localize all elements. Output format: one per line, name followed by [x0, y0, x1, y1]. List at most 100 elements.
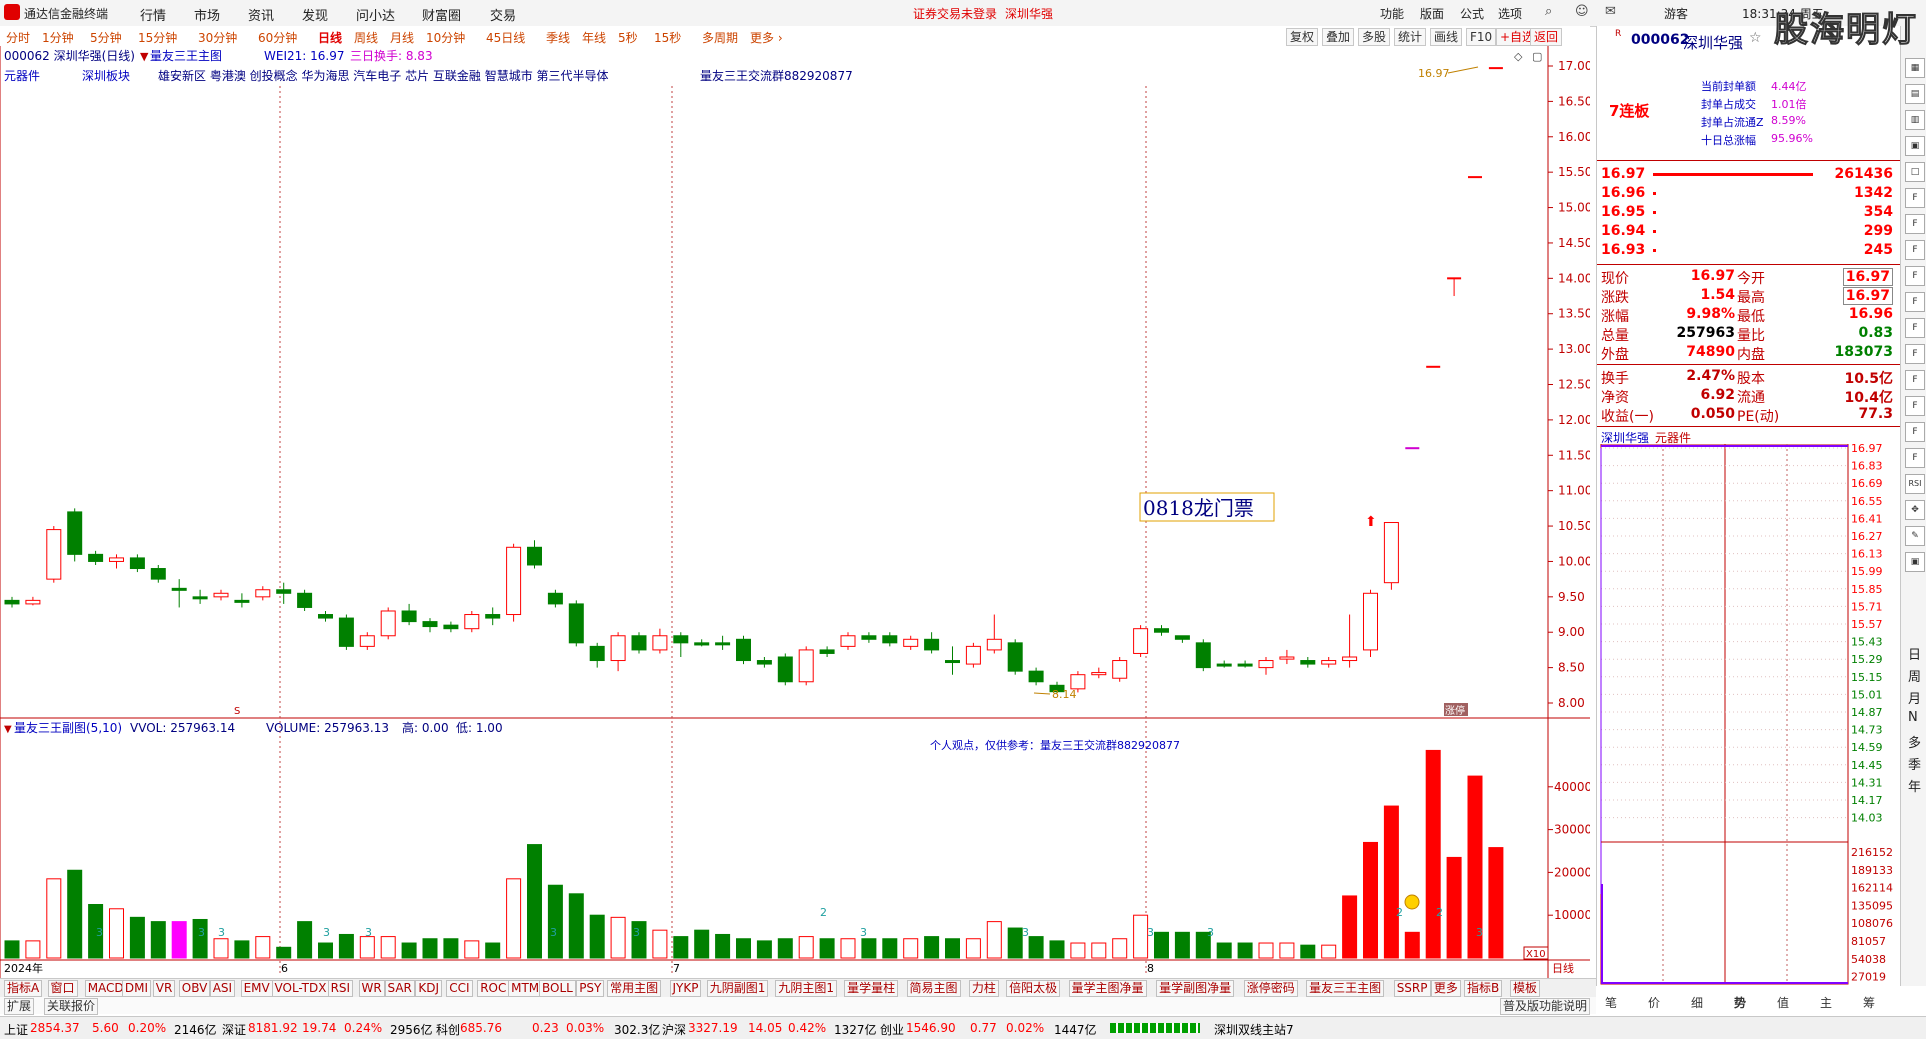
list-icon[interactable]: ▥	[1905, 110, 1925, 130]
indicator-tab-12[interactable]: KDJ	[415, 980, 443, 997]
chart-btn-5[interactable]: F10	[1466, 28, 1497, 46]
indicator-tab-24[interactable]: 力柱	[968, 980, 999, 997]
period-12[interactable]: 年线	[582, 29, 606, 46]
feature-note-tab[interactable]: 普及版功能说明	[1500, 998, 1591, 1015]
period-13[interactable]: 5秒	[618, 29, 638, 46]
shield-icon[interactable]: ▣	[1905, 552, 1925, 572]
doc-icon[interactable]: □	[1905, 162, 1925, 182]
indicator-tab-10[interactable]: WR	[358, 980, 385, 997]
indicator-tab-15[interactable]: MTM	[508, 980, 543, 997]
period-shortcut-6[interactable]: 年	[1908, 776, 1921, 795]
grid-icon[interactable]: ▤	[1905, 84, 1925, 104]
period-8[interactable]: 月线	[390, 29, 414, 46]
indicator-tab-29[interactable]: 量友三王主图	[1306, 980, 1385, 997]
indicator-tab-31[interactable]: 更多	[1430, 980, 1461, 997]
indicator-tab-1[interactable]: 窗口	[47, 980, 78, 997]
f14-icon[interactable]: F	[1905, 292, 1925, 312]
period-shortcut-2[interactable]: 月	[1908, 688, 1921, 707]
menu-banmian[interactable]: 版面	[1420, 5, 1444, 22]
period-shortcut-3[interactable]: N	[1908, 710, 1918, 725]
status-sz_label[interactable]: 深证	[222, 1021, 246, 1038]
message-icon[interactable]: ✉	[1605, 4, 1616, 19]
menu-caifuquan[interactable]: 财富圈	[422, 5, 461, 24]
period-shortcut-4[interactable]: 多	[1908, 732, 1921, 751]
period-2[interactable]: 5分钟	[90, 29, 122, 46]
indicator-tab-23[interactable]: 简易主图	[906, 980, 961, 997]
menu-wenxiaoda[interactable]: 问小达	[356, 5, 395, 24]
menu-hangqing[interactable]: 行情	[140, 5, 166, 24]
f17-icon[interactable]: F	[1905, 370, 1925, 390]
search-icon[interactable]: ⌕	[1545, 4, 1552, 19]
mini-tab-0[interactable]: 笔	[1605, 994, 1617, 1011]
chart-btn-3[interactable]: 统计	[1394, 28, 1427, 46]
period-shortcut-1[interactable]: 周	[1908, 666, 1921, 685]
indicator-tab-7[interactable]: EMV	[240, 980, 273, 997]
ext-tab-1[interactable]: 关联报价	[44, 998, 99, 1015]
period-3[interactable]: 15分钟	[138, 29, 177, 46]
menu-jiaoyi[interactable]: 交易	[490, 5, 516, 24]
period-14[interactable]: 15秒	[654, 29, 681, 46]
period-shortcut-5[interactable]: 季	[1908, 754, 1921, 773]
indicator-tab-9[interactable]: RSI	[327, 980, 354, 997]
indicator-tab-18[interactable]: 常用主图	[607, 980, 662, 997]
status-cy_label[interactable]: 创业	[880, 1021, 904, 1038]
period-6[interactable]: 日线	[318, 29, 342, 46]
indicator-tab-3[interactable]: DMI	[121, 980, 152, 997]
pencil-icon[interactable]: ✎	[1905, 526, 1925, 546]
chart-btn-4[interactable]: 画线	[1430, 28, 1463, 46]
ext-tab-0[interactable]: 扩展	[4, 998, 35, 1015]
period-1[interactable]: 1分钟	[42, 29, 74, 46]
menu-shichang[interactable]: 市场	[194, 5, 220, 24]
indicator-tab-22[interactable]: 量学量柱	[844, 980, 899, 997]
menu-zixun[interactable]: 资讯	[248, 5, 274, 24]
f18-icon[interactable]: F	[1905, 396, 1925, 416]
guest-label[interactable]: 游客	[1664, 5, 1688, 22]
f15-icon[interactable]: F	[1905, 318, 1925, 338]
menu-gongneng[interactable]: 功能	[1380, 5, 1404, 22]
f16-icon[interactable]: F	[1905, 344, 1925, 364]
menu-xuanxiang[interactable]: 选项	[1498, 5, 1522, 22]
indicator-tab-27[interactable]: 量学副图净量	[1156, 980, 1235, 997]
login-notice[interactable]: 证券交易未登录	[913, 5, 997, 22]
menu-gongshi[interactable]: 公式	[1460, 5, 1484, 22]
rsi-icon[interactable]: RSI	[1905, 474, 1925, 494]
f12-icon[interactable]: F	[1905, 240, 1925, 260]
indicator-tab-2[interactable]: MACD	[84, 980, 127, 997]
table-icon[interactable]: ▣	[1905, 136, 1925, 156]
status-kc_label[interactable]: 科创	[436, 1021, 460, 1038]
status-sh_label[interactable]: 上证	[4, 1021, 28, 1038]
mini-tab-2[interactable]: 细	[1691, 994, 1703, 1011]
star-icon[interactable]: ☆	[1749, 30, 1762, 46]
f11-icon[interactable]: F	[1905, 214, 1925, 234]
move-icon[interactable]: ✥	[1905, 500, 1925, 520]
f20-icon[interactable]: F	[1905, 448, 1925, 468]
period-11[interactable]: 季线	[546, 29, 570, 46]
f19-icon[interactable]: F	[1905, 422, 1925, 442]
chart-btn-7[interactable]: 返回	[1530, 28, 1563, 46]
indicator-b-tab[interactable]: 指标B	[1464, 980, 1503, 997]
indicator-tab-13[interactable]: CCI	[446, 980, 473, 997]
mini-tab-1[interactable]: 价	[1648, 994, 1660, 1011]
period-5[interactable]: 60分钟	[258, 29, 297, 46]
indicator-tab-8[interactable]: VOL-TDX	[271, 980, 330, 997]
period-16[interactable]: 更多 ›	[750, 29, 783, 46]
indicator-tab-26[interactable]: 量学主图净量	[1068, 980, 1147, 997]
chart-btn-0[interactable]: 复权	[1286, 28, 1319, 46]
status-station[interactable]: 深圳双线主站7	[1214, 1021, 1294, 1038]
indicator-tab-6[interactable]: ASI	[209, 980, 236, 997]
period-7[interactable]: 周线	[354, 29, 378, 46]
indicator-tab-25[interactable]: 倍阳太极	[1006, 980, 1061, 997]
intraday-chart[interactable]: 16.97 16.83 16.69 16.55 16.41 16.27 16.13 15.99…	[1597, 444, 1901, 1004]
period-9[interactable]: 10分钟	[426, 29, 465, 46]
f13-icon[interactable]: F	[1905, 266, 1925, 286]
menu-faxian[interactable]: 发现	[302, 5, 328, 24]
mini-tab-5[interactable]: 主	[1820, 994, 1832, 1011]
indicator-tab-19[interactable]: JYKP	[669, 980, 702, 997]
indicator-tab-21[interactable]: 九阴主图1	[775, 980, 838, 997]
mini-tab-4[interactable]: 值	[1777, 994, 1789, 1011]
kline-chart[interactable]: 17.00 16.50 16.00 15.50 15.00 14.50 14.00 13.50…	[0, 46, 1590, 978]
user-icon[interactable]: ☺	[1575, 4, 1589, 19]
indicator-tab-4[interactable]: VR	[152, 980, 176, 997]
f10-icon[interactable]: F	[1905, 188, 1925, 208]
template-tab[interactable]: 模板	[1510, 980, 1541, 997]
